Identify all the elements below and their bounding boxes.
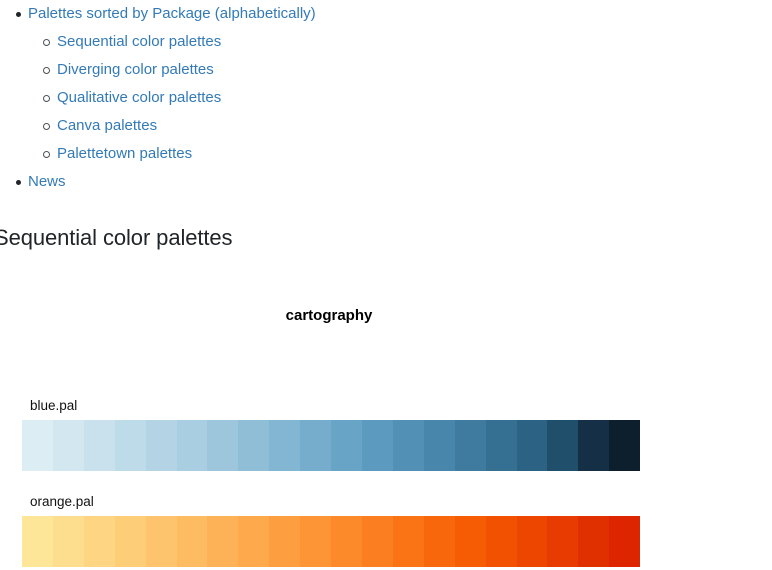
color-swatch [114, 516, 146, 567]
color-swatch [176, 516, 208, 567]
palette-figure: cartography blue.pal orange.pal [0, 307, 772, 567]
bullet-circle-icon [43, 123, 50, 130]
toc-item-packages: Palettes sorted by Package (alphabetical… [0, 0, 772, 168]
toc-link-news[interactable]: News [28, 173, 66, 190]
swatch-bar-blue [22, 420, 641, 471]
color-swatch [485, 420, 517, 471]
color-swatch [145, 516, 177, 567]
color-swatch [423, 420, 455, 471]
color-swatch [423, 516, 455, 567]
bullet-disc-icon [16, 12, 21, 17]
color-swatch [392, 420, 424, 471]
figure-title: cartography [285, 307, 373, 324]
color-swatch [331, 516, 362, 567]
color-swatch [609, 420, 641, 471]
color-swatch [547, 516, 579, 567]
color-swatch [238, 420, 270, 471]
color-swatch [361, 516, 393, 567]
toc-link-diverging[interactable]: Diverging color palettes [57, 61, 214, 78]
bullet-circle-icon [43, 39, 50, 46]
bullet-circle-icon [43, 67, 50, 74]
color-swatch [361, 420, 393, 471]
color-swatch [300, 420, 332, 471]
toc-subitem-diverging: Diverging color palettes [28, 56, 772, 84]
toc-subitem-palettetown: Palettetown palettes [28, 140, 772, 168]
color-swatch [300, 516, 332, 567]
toc-link-packages[interactable]: Palettes sorted by Package (alphabetical… [28, 5, 316, 22]
color-swatch [516, 516, 548, 567]
color-swatch [83, 420, 115, 471]
bullet-circle-icon [43, 95, 50, 102]
toc-subitem-canva: Canva palettes [28, 112, 772, 140]
toc-item-news: News [0, 168, 772, 196]
color-swatch [269, 420, 301, 471]
swatch-bar-orange [22, 516, 641, 567]
bullet-disc-icon [16, 180, 21, 185]
color-swatch [145, 420, 177, 471]
toc-link-sequential[interactable]: Sequential color palettes [57, 33, 221, 50]
color-swatch [454, 420, 486, 471]
color-swatch [331, 420, 362, 471]
toc-subitem-sequential: Sequential color palettes [28, 28, 772, 56]
color-swatch [22, 516, 53, 567]
color-swatch [52, 420, 84, 471]
bullet-circle-icon [43, 151, 50, 158]
toc-link-canva[interactable]: Canva palettes [57, 117, 157, 134]
color-swatch [207, 420, 239, 471]
palette-block-blue: blue.pal [22, 398, 641, 471]
palette-label-blue: blue.pal [30, 398, 78, 413]
toc-sublist: Sequential color palettes Diverging colo… [28, 28, 772, 168]
color-swatch [392, 516, 424, 567]
color-swatch [454, 516, 486, 567]
color-swatch [238, 516, 270, 567]
color-swatch [485, 516, 517, 567]
palette-block-orange: orange.pal [22, 494, 641, 567]
color-swatch [269, 516, 301, 567]
color-swatch [578, 420, 610, 471]
toc-link-qualitative[interactable]: Qualitative color palettes [57, 89, 221, 106]
color-swatch [83, 516, 115, 567]
table-of-contents: Palettes sorted by Package (alphabetical… [0, 0, 772, 196]
toc-subitem-qualitative: Qualitative color palettes [28, 84, 772, 112]
color-swatch [207, 516, 239, 567]
color-swatch [114, 420, 146, 471]
color-swatch [52, 516, 84, 567]
color-swatch [578, 516, 610, 567]
color-swatch [547, 420, 579, 471]
page-content: Palettes sorted by Package (alphabetical… [0, 0, 772, 567]
color-swatch [516, 420, 548, 471]
section-heading: Sequential color palettes [0, 225, 233, 250]
color-swatch [609, 516, 641, 567]
color-swatch [176, 420, 208, 471]
toc-link-palettetown[interactable]: Palettetown palettes [57, 145, 192, 162]
color-swatch [22, 420, 53, 471]
palette-label-orange: orange.pal [30, 494, 94, 509]
